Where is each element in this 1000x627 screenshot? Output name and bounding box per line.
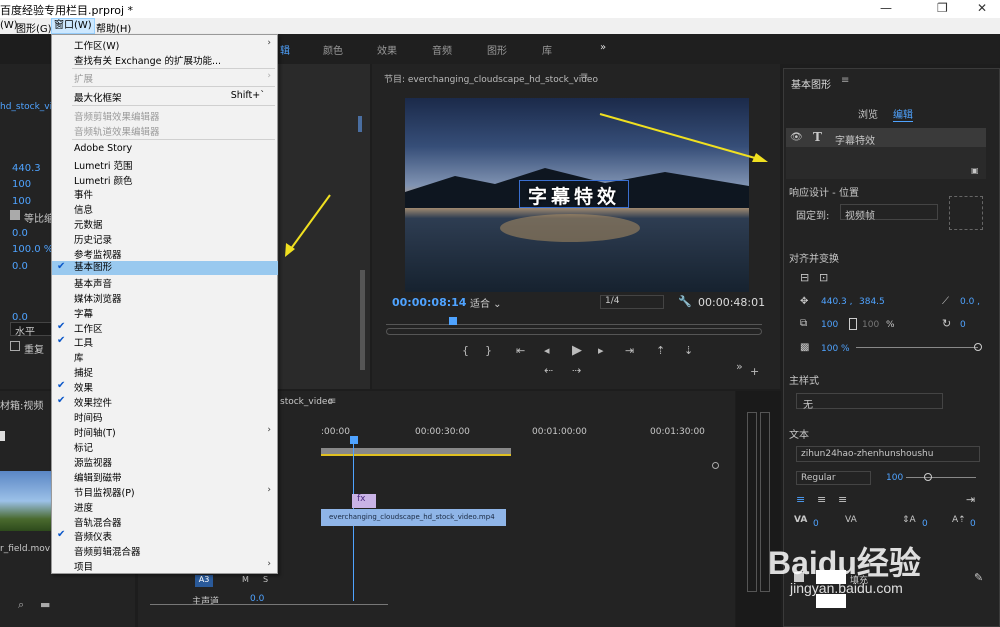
menu-item-media-browser[interactable]: 媒体浏览器 [74, 291, 122, 305]
menu-item-project[interactable]: 项目 [74, 559, 93, 573]
menu-item-info[interactable]: 信息 [74, 202, 93, 216]
menu-separator [72, 105, 275, 106]
menu-item-progress[interactable]: 进度 [74, 500, 93, 514]
menu-item-essential-sound[interactable]: 基本声音 [74, 276, 112, 290]
menu-item-history[interactable]: 历史记录 [74, 232, 112, 246]
menu-item-tools[interactable]: 工具 [74, 335, 93, 349]
menu-item-libraries[interactable]: 库 [74, 350, 84, 364]
checkmark-icon: ✔ [57, 321, 66, 332]
menu-item-audio-meters[interactable]: 音频仪表 [74, 529, 112, 543]
menu-item-lumetri-scopes[interactable]: Lumetri 范围 [74, 158, 133, 172]
checkmark-icon: ✔ [57, 261, 66, 272]
menu-item-edit-to-tape[interactable]: 编辑到磁带 [74, 470, 122, 484]
menu-item-exchange[interactable]: 查找有关 Exchange 的扩展功能... [74, 53, 221, 67]
menu-item-adobe-story[interactable]: Adobe Story [74, 143, 132, 154]
menu-item-effect-controls[interactable]: 效果控件 [74, 395, 112, 409]
arrow-to-menu [289, 194, 331, 251]
checkmark-icon: ✔ [57, 335, 66, 346]
menu-separator [72, 139, 275, 140]
menu-item-audio-clip-effect-editor: 音频剪辑效果编辑器 [74, 112, 160, 123]
menu-item-capture[interactable]: 捕捉 [74, 365, 93, 379]
menu-item-extensions: 扩展 [74, 74, 94, 85]
submenu-arrow-icon: › [267, 425, 271, 435]
menu-item-source-monitor[interactable]: 源监视器 [74, 455, 112, 469]
arrow-to-panel [599, 113, 763, 161]
menu-item-audio-track-effect-editor: 音频轨道效果编辑器 [74, 127, 160, 138]
submenu-arrow-icon: › [267, 38, 271, 48]
menu-shortcut-maximize: Shift+` [230, 90, 265, 101]
menu-item-workspace[interactable]: 工作区(W) [74, 38, 119, 52]
arrow-head-right [752, 153, 768, 162]
menu-item-metadata[interactable]: 元数据 [74, 217, 103, 231]
menu-item-maximize[interactable]: 最大化框架 [74, 90, 122, 104]
menu-item-audio-clip-mixer[interactable]: 音频剪辑混合器 [74, 544, 141, 558]
menu-item-essential-graphics[interactable]: 基本图形 [52, 261, 278, 275]
menu-item-timecode[interactable]: 时间码 [74, 410, 103, 424]
checkmark-icon: ✔ [57, 529, 66, 540]
menu-item-events[interactable]: 事件 [74, 187, 93, 201]
menu-item-captions[interactable]: 字幕 [74, 306, 93, 320]
submenu-arrow-icon: › [267, 485, 271, 495]
menu-item-lumetri-color[interactable]: Lumetri 颜色 [74, 173, 133, 187]
checkmark-icon: ✔ [57, 395, 66, 406]
menu-separator [72, 86, 275, 87]
menu-item-reference-monitor[interactable]: 参考监视器 [74, 247, 122, 261]
menu-item-timelines[interactable]: 时间轴(T) [74, 425, 116, 439]
menu-item-effects[interactable]: 效果 [74, 380, 93, 394]
menu-item-markers[interactable]: 标记 [74, 440, 93, 454]
menu-item-workspaces[interactable]: 工作区 [74, 321, 103, 335]
submenu-arrow-icon: › [267, 71, 271, 81]
window-menu-dropdown: 工作区(W) › 查找有关 Exchange 的扩展功能... 扩展 › 最大化… [51, 34, 278, 574]
menu-item-audio-track-mixer[interactable]: 音轨混合器 [74, 515, 122, 529]
menu-item-program-monitor[interactable]: 节目监视器(P) [74, 485, 135, 499]
menu-separator [72, 68, 275, 69]
submenu-arrow-icon: › [267, 559, 271, 569]
checkmark-icon: ✔ [57, 380, 66, 391]
